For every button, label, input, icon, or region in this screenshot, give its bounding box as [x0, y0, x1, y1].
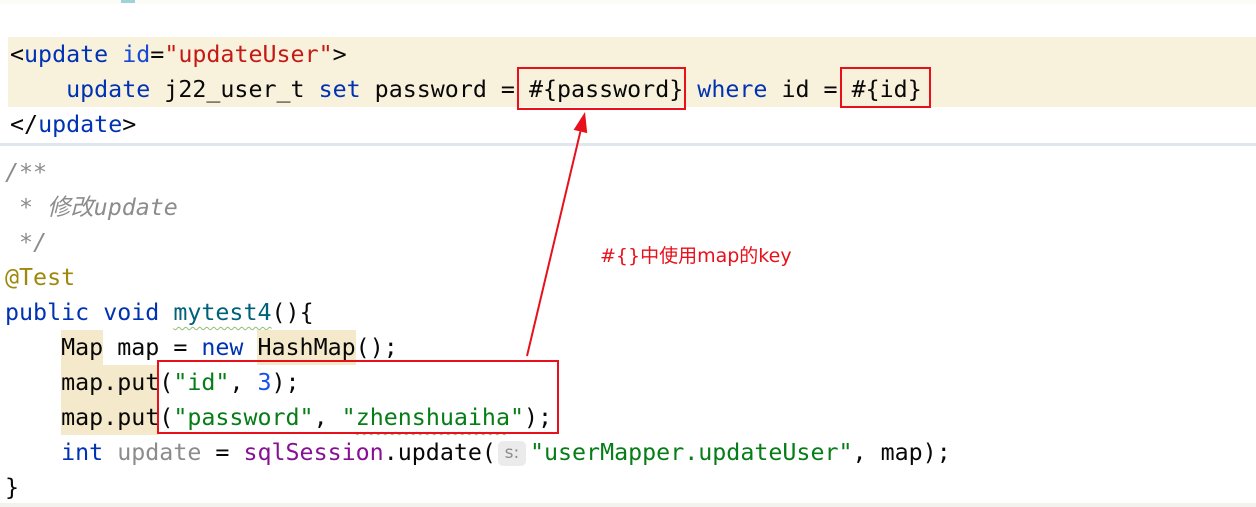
method-name[interactable]: mytest4	[173, 299, 271, 326]
code-text[interactable]	[108, 41, 122, 68]
code-line[interactable]: public void mytest4(){	[0, 295, 1256, 330]
xml-tag-name[interactable]: update	[38, 111, 122, 138]
annotation-box-id-placeholder	[840, 67, 931, 108]
java-test-snippet[interactable]: /** * 修改update */ @Test public void mytest…	[0, 155, 1256, 505]
code-line[interactable]: * 修改update	[0, 190, 1256, 225]
code-line[interactable]: }	[0, 470, 1256, 505]
xml-attribute-value[interactable]: "updateUser"	[164, 41, 332, 68]
keyword[interactable]: public	[5, 299, 89, 326]
code-text[interactable]: >	[122, 111, 136, 138]
code-text[interactable]: Map	[61, 330, 104, 365]
code-text[interactable]: </	[10, 111, 38, 138]
editor-bottom-strip	[0, 503, 1256, 507]
code-text[interactable]: >	[333, 41, 347, 68]
annotation-label: #{}中使用map的key	[600, 245, 792, 267]
code-text[interactable]: (){	[272, 299, 314, 326]
field-reference[interactable]: sqlSession	[243, 439, 383, 466]
string-literal[interactable]: "userMapper.updateUser"	[530, 439, 853, 466]
code-text[interactable]: id =	[767, 76, 851, 103]
code-editor[interactable]: <update id="updateUser"> update j22_user…	[0, 0, 1256, 507]
keyword[interactable]: new	[201, 334, 243, 361]
keyword[interactable]: update	[66, 76, 150, 103]
code-text[interactable]: =	[150, 41, 164, 68]
xml-attribute-name[interactable]: id	[122, 41, 150, 68]
code-text[interactable]	[10, 76, 66, 103]
doc-comment[interactable]: */	[5, 229, 47, 256]
code-text[interactable]: map.put	[61, 400, 160, 435]
keyword[interactable]: where	[697, 76, 767, 103]
code-text[interactable]: map =	[103, 334, 201, 361]
annotation-box-password-placeholder	[517, 67, 686, 110]
code-text[interactable]: , map);	[853, 439, 951, 466]
code-text[interactable]: .update(	[384, 439, 496, 466]
code-text[interactable]	[5, 439, 61, 466]
xml-tag-name[interactable]: update	[24, 41, 108, 68]
keyword[interactable]: int	[61, 439, 103, 466]
keyword[interactable]: set	[319, 76, 361, 103]
code-text[interactable]: ();	[356, 334, 398, 361]
parameter-name-hint[interactable]: s:	[497, 441, 526, 466]
test-annotation[interactable]: @Test	[5, 264, 75, 291]
code-line[interactable]: int update = sqlSession.update(s: "userMa…	[0, 435, 1256, 470]
code-text[interactable]	[159, 299, 173, 326]
doc-comment[interactable]: * 修改update	[5, 194, 178, 221]
code-text[interactable]	[89, 299, 103, 326]
annotation-box-map-put-calls	[157, 360, 559, 434]
snippet-separator	[0, 143, 1256, 146]
code-text[interactable]	[5, 404, 61, 431]
code-text[interactable]: <	[10, 41, 24, 68]
code-text[interactable]: j22_user_t	[150, 76, 318, 103]
code-text[interactable]	[5, 334, 61, 361]
caret-marker	[121, 0, 135, 3]
code-text[interactable]	[5, 369, 61, 396]
code-text[interactable]: map.put	[61, 365, 160, 400]
keyword[interactable]: void	[103, 299, 159, 326]
doc-comment[interactable]: /**	[5, 159, 47, 186]
code-text[interactable]: =	[201, 439, 243, 466]
code-text[interactable]: }	[5, 474, 19, 501]
code-text[interactable]	[103, 439, 117, 466]
code-text[interactable]	[243, 334, 257, 361]
code-line[interactable]: /**	[0, 155, 1256, 190]
code-text[interactable]: password =	[361, 76, 529, 103]
unused-variable[interactable]: update	[117, 439, 201, 466]
editor-top-strip	[0, 0, 1256, 4]
code-line[interactable]: </update>	[0, 107, 1256, 142]
